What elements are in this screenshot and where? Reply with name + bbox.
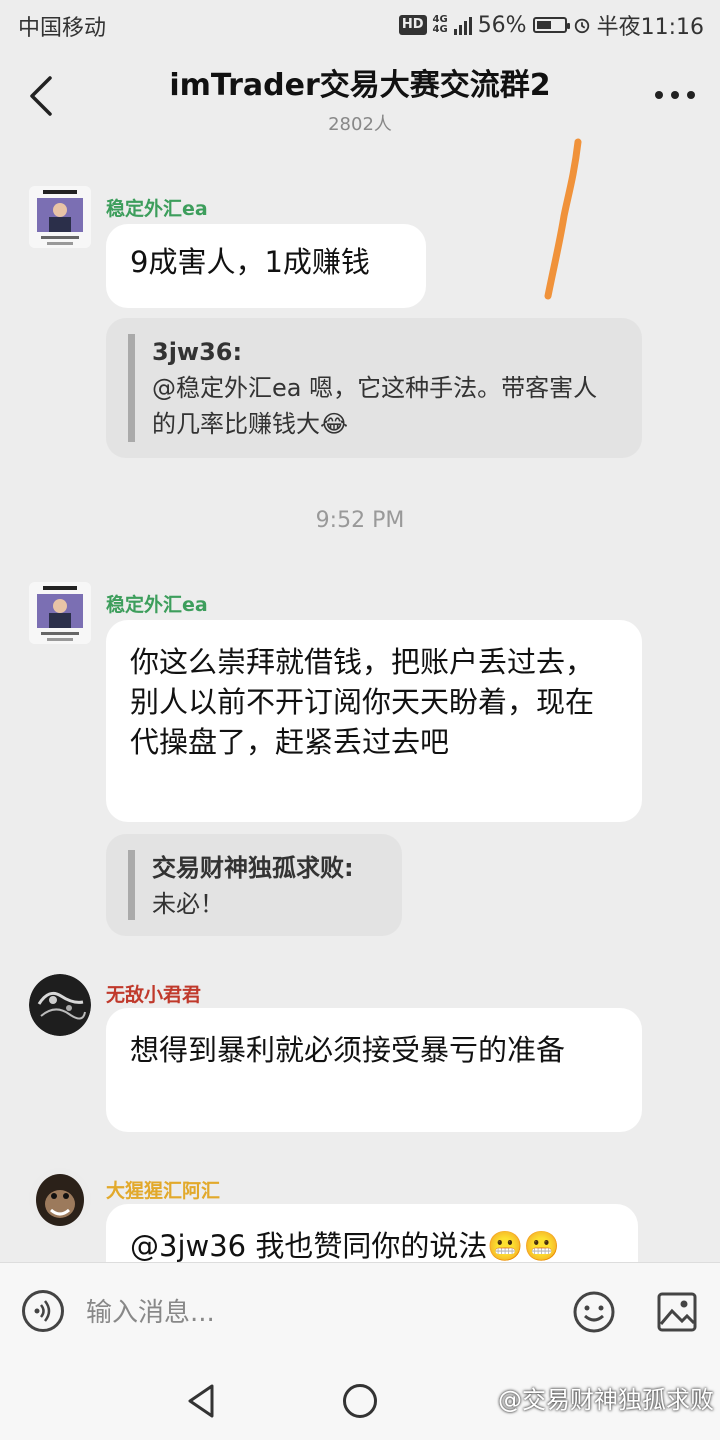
sender-name[interactable]: 大猩猩汇阿汇 — [106, 1176, 220, 1203]
sender-name[interactable]: 无敌小君君 — [106, 980, 201, 1007]
quote-text: 未必！ — [152, 890, 224, 918]
trading-avatar-icon — [29, 582, 91, 644]
message-input-bar: 输入消息... — [0, 1262, 720, 1363]
quote-text: @稳定外汇ea 嗯，它这种手法。带客害人的几率比赚钱大😂 — [152, 374, 598, 438]
quoted-message[interactable]: 交易财神独孤求败: 未必！ — [106, 834, 402, 936]
network-type-icon: 4G 4G — [432, 14, 448, 35]
message-bubble[interactable]: 想得到暴利就必须接受暴亏的准备 — [106, 1008, 642, 1132]
annotation-stroke — [544, 138, 582, 300]
more-options-icon[interactable] — [650, 80, 700, 110]
nav-home-icon[interactable] — [343, 1384, 377, 1418]
status-icons: HD 4G 4G 56% 半夜11:16 — [398, 9, 704, 41]
group-title: imTrader交易大赛交流群2 — [169, 68, 551, 103]
battery-icon — [532, 17, 570, 33]
alarm-icon — [574, 18, 589, 34]
message-bubble[interactable]: 你这么崇拜就借钱，把账户丢过去，别人以前不开订阅你天天盼着，现在代操盘了，赶紧丢… — [106, 620, 642, 822]
chat-header: imTrader交易大赛交流群2 2802人 — [0, 50, 720, 140]
avatar[interactable] — [29, 974, 91, 1036]
status-bar: 中国移动 HD 4G 4G 56% 半夜11:16 — [0, 0, 720, 50]
member-count: 2802人 — [328, 114, 392, 135]
sender-name[interactable]: 稳定外汇ea — [106, 194, 208, 221]
voice-input-icon[interactable] — [22, 1290, 64, 1332]
timestamp: 9:52 PM — [315, 508, 405, 533]
chimp-avatar-icon — [29, 1168, 91, 1230]
watermark: @交易财神独孤求败 — [498, 1386, 714, 1414]
signal-icon — [453, 15, 472, 35]
quote-author: 交易财神独孤求败: — [152, 854, 354, 882]
nav-back-icon[interactable] — [184, 1382, 218, 1420]
avatar[interactable] — [29, 582, 91, 644]
clock-time: 半夜11:16 — [596, 15, 704, 40]
sender-name[interactable]: 稳定外汇ea — [106, 590, 208, 617]
message-bubble[interactable]: 9成害人，1成赚钱 — [106, 224, 426, 308]
image-icon[interactable] — [656, 1291, 698, 1333]
hd-icon: HD — [398, 15, 427, 35]
carrier-name: 中国移动 — [18, 16, 107, 41]
avatar[interactable] — [29, 186, 91, 248]
quote-author: 3jw36: — [152, 338, 243, 366]
quoted-message[interactable]: 3jw36: @稳定外汇ea 嗯，它这种手法。带客害人的几率比赚钱大😂 — [106, 318, 642, 458]
ink-avatar-icon — [29, 974, 91, 1036]
trading-avatar-icon — [29, 186, 91, 248]
system-nav-bar: @交易财神独孤求败 — [0, 1362, 720, 1440]
emoji-icon[interactable] — [572, 1290, 616, 1334]
battery-percent: 56% — [477, 12, 527, 38]
avatar[interactable] — [29, 1168, 91, 1230]
message-input[interactable]: 输入消息... — [86, 1291, 536, 1335]
